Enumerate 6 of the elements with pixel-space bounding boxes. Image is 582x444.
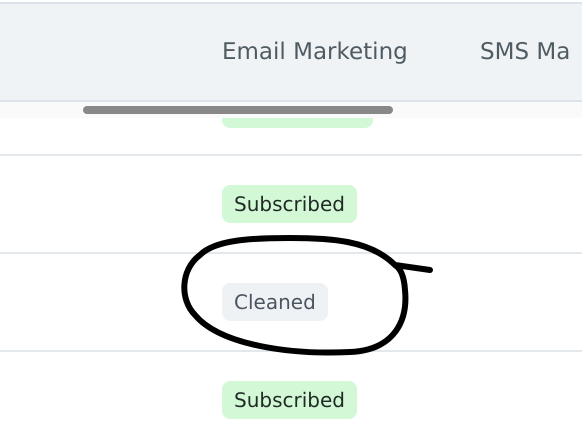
status-badge: Cleaned	[222, 283, 328, 321]
column-header: Email Marketing	[222, 39, 409, 65]
status-badge: Subscribed	[222, 381, 357, 419]
scrollbar-thumb[interactable]	[83, 106, 393, 114]
status-badge: Subscribed	[222, 185, 357, 223]
column-header: SMS Ma	[480, 39, 570, 65]
